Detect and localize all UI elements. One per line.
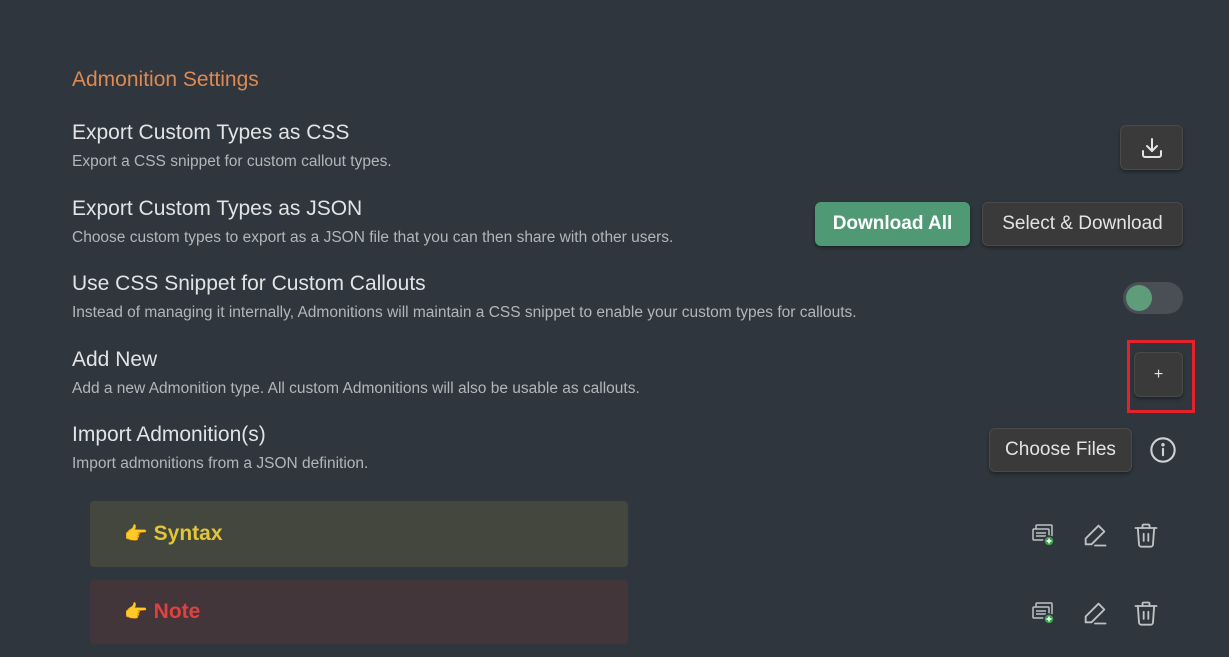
register-callout-icon[interactable] (1030, 599, 1058, 627)
toggle-knob (1126, 285, 1152, 311)
admonition-note: 👉 Note (90, 580, 628, 644)
admonition-label: Note (153, 600, 201, 623)
admonition-label: Syntax (153, 522, 223, 545)
highlight-box (1127, 340, 1195, 413)
setting-desc: Export a CSS snippet for custom callout … (72, 153, 392, 170)
setting-css-snippet: Use CSS Snippet for Custom Callouts Inst… (72, 271, 1184, 323)
setting-export-css: Export Custom Types as CSS Export a CSS … (72, 120, 1184, 172)
admonition-syntax: 👉 Syntax (90, 501, 628, 567)
download-icon (1141, 137, 1162, 158)
pointing-hand-icon: 👉 (124, 524, 148, 545)
setting-add-new: Add New Add a new Admonition type. All c… (72, 347, 1184, 399)
trash-icon[interactable] (1132, 599, 1160, 627)
setting-desc: Add a new Admonition type. All custom Ad… (72, 380, 640, 397)
edit-icon[interactable] (1081, 599, 1109, 627)
setting-name: Export Custom Types as CSS (72, 121, 350, 144)
register-callout-icon[interactable] (1030, 521, 1058, 549)
download-all-button[interactable]: Download All (815, 202, 970, 246)
info-icon[interactable] (1149, 436, 1177, 464)
settings-heading: Admonition Settings (72, 68, 259, 91)
setting-name: Use CSS Snippet for Custom Callouts (72, 272, 426, 295)
choose-files-button[interactable]: Choose Files (989, 428, 1132, 472)
select-download-button[interactable]: Select & Download (982, 202, 1183, 246)
css-snippet-toggle[interactable] (1123, 282, 1183, 314)
setting-name: Add New (72, 348, 158, 371)
trash-icon[interactable] (1132, 521, 1160, 549)
edit-icon[interactable] (1081, 521, 1109, 549)
pointing-hand-icon: 👉 (124, 602, 148, 623)
export-css-button[interactable] (1120, 125, 1183, 170)
setting-desc: Instead of managing it internally, Admon… (72, 304, 857, 321)
